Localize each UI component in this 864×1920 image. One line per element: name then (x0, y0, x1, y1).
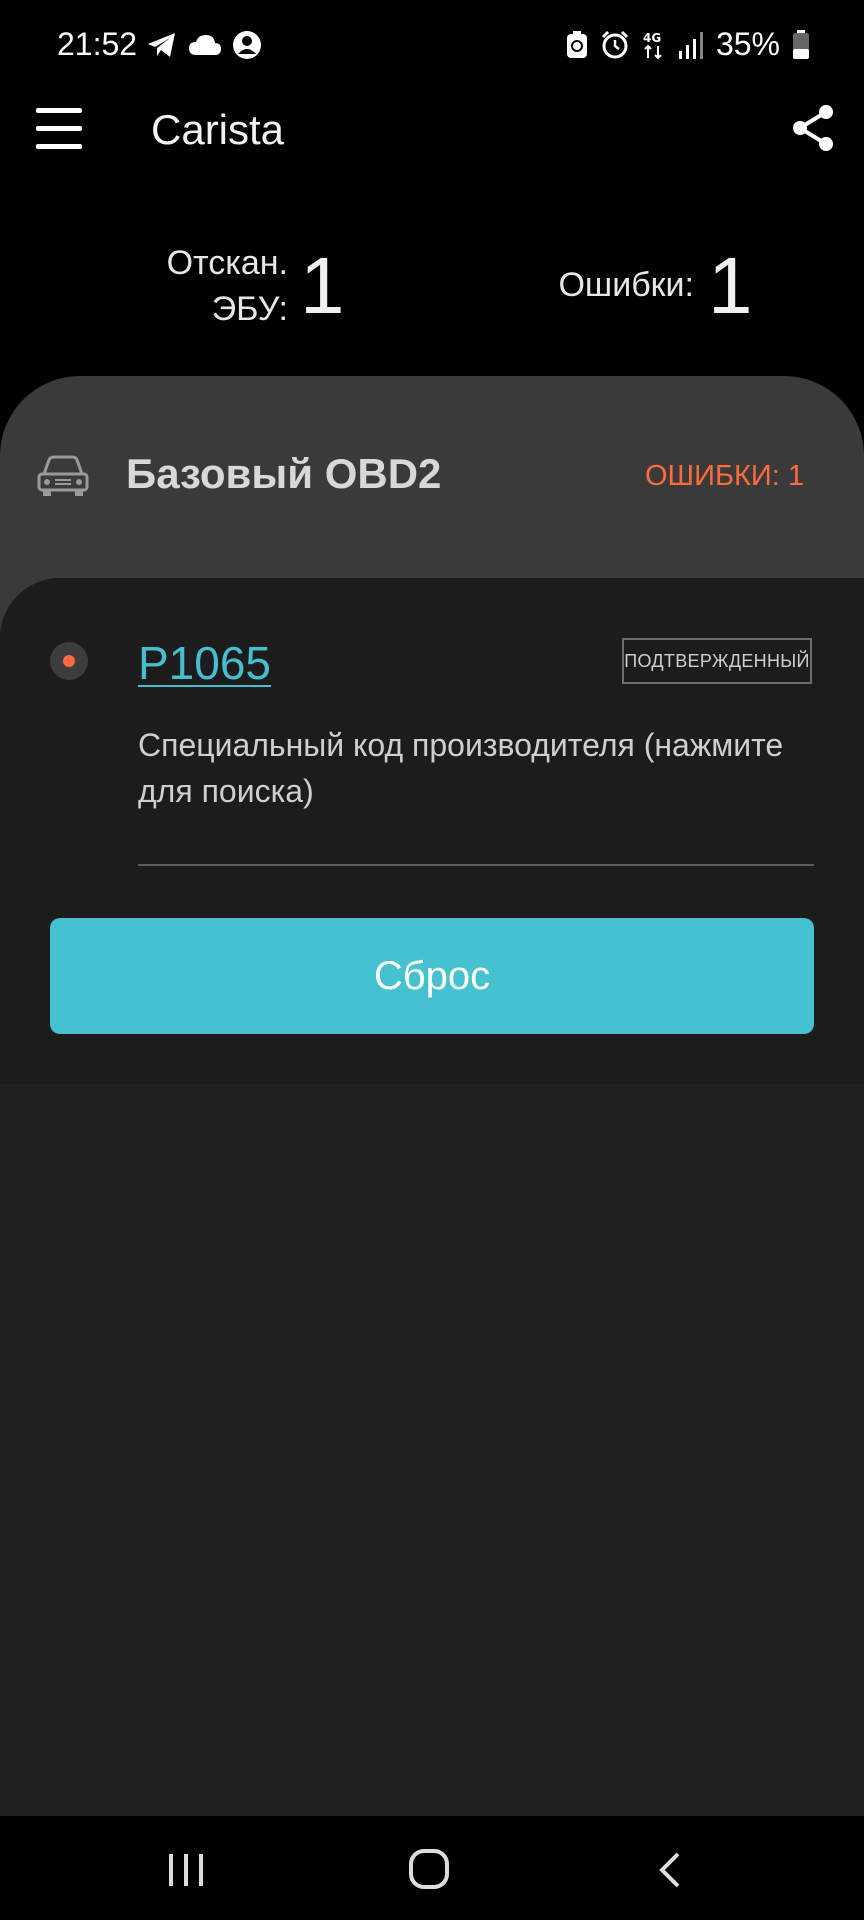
dtc-status-indicator (50, 642, 88, 680)
errors-count-label: Ошибки: (558, 266, 694, 304)
dtc-status-dot (63, 655, 75, 667)
recent-apps-icon (166, 1852, 206, 1888)
divider (138, 864, 814, 866)
screen: 21:52 4G 35% Carista Отскан. ЭБУ: 1 Ошиб… (0, 0, 864, 1920)
recent-apps-button[interactable] (166, 1852, 206, 1888)
share-button[interactable] (790, 104, 836, 152)
ecu-errors-count: ОШИБКИ: 1 (645, 460, 804, 492)
hamburger-menu-icon (34, 104, 84, 154)
reset-button[interactable]: Сброс (50, 918, 814, 1034)
scanned-ecu-label-line1: Отскан. (166, 244, 288, 282)
errors-count-value: 1 (708, 241, 753, 330)
status-right-icons: 4G 35% (566, 26, 810, 63)
battery-icon (792, 29, 810, 60)
cloud-icon (188, 33, 222, 57)
car-icon (36, 454, 90, 498)
home-button[interactable] (408, 1848, 450, 1890)
dtc-code-link[interactable]: P1065 (138, 636, 271, 690)
status-left-icons (146, 30, 262, 60)
dtc-status-badge: ПОДТВЕРЖДЕННЫЙ (622, 638, 812, 684)
dtc-description[interactable]: Специальный код производителя (нажмите д… (138, 722, 818, 814)
menu-button[interactable] (34, 104, 84, 154)
signal-icon (678, 31, 704, 59)
network-4g-icon: 4G (642, 30, 666, 60)
scanned-ecu-value: 1 (300, 241, 345, 330)
ecu-title: Базовый OBD2 (126, 450, 442, 497)
share-icon (790, 104, 836, 152)
back-icon (656, 1850, 684, 1890)
alarm-icon (600, 30, 630, 60)
telegram-icon (146, 31, 178, 59)
app-title: Carista (151, 106, 285, 153)
status-bar: 21:52 4G 35% (0, 0, 864, 96)
svg-text:4G: 4G (643, 31, 661, 45)
scanned-ecu-label: Отскан. ЭБУ: (110, 240, 288, 332)
account-icon (232, 30, 262, 60)
battery-percent: 35% (715, 26, 780, 62)
status-time: 21:52 (57, 26, 138, 62)
battery-saver-icon (566, 30, 588, 59)
home-icon (408, 1848, 450, 1890)
scanned-ecu-label-line2: ЭБУ: (211, 290, 288, 328)
back-button[interactable] (656, 1850, 684, 1890)
